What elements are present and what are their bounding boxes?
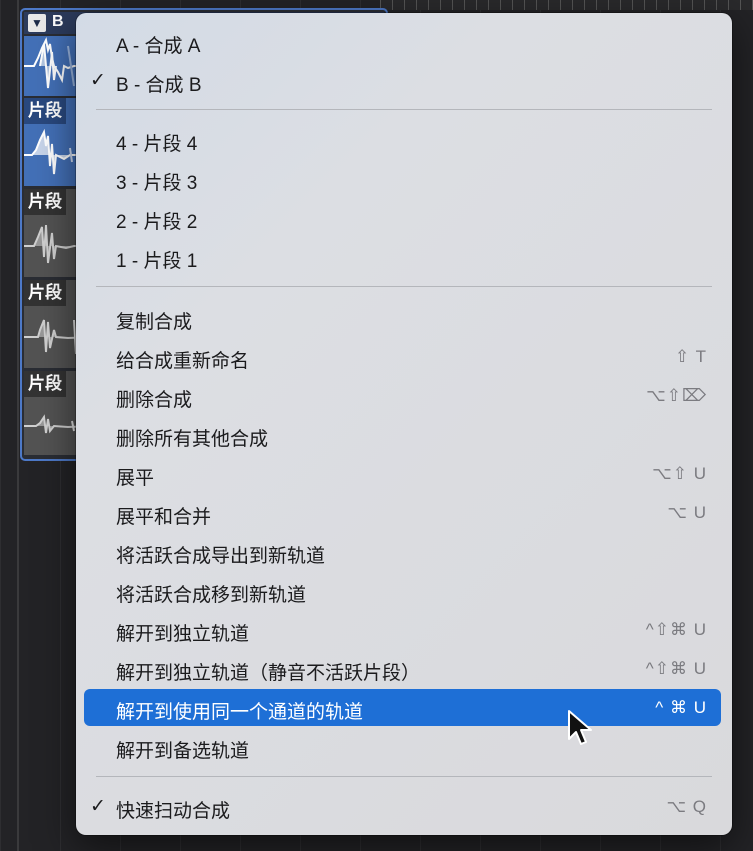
shortcut-label: ⌥⇧⌦ (646, 386, 707, 405)
menu-separator (96, 109, 712, 110)
menu-item-take-2[interactable]: 2 - 片段 2 (84, 199, 721, 236)
checkmark-icon: ✓ (90, 70, 106, 91)
menu-item-duplicate-comp[interactable]: 复制合成 (84, 299, 721, 336)
arrow-pointer-icon (568, 710, 592, 745)
menu-item-export-comp-new-track[interactable]: 将活跃合成导出到新轨道 (84, 533, 721, 570)
menu-item-comp-b[interactable]: ✓ B - 合成 B (84, 62, 721, 99)
shortcut-label: ^ ⌘ U (655, 698, 707, 717)
menu-item-take-1[interactable]: 1 - 片段 1 (84, 238, 721, 275)
ruler (380, 0, 753, 10)
menu-item-take-4[interactable]: 4 - 片段 4 (84, 121, 721, 158)
shortcut-label: ⇧ T (674, 347, 707, 366)
menu-separator (96, 776, 712, 777)
menu-item-delete-comp[interactable]: 删除合成 ⌥⇧⌦ (84, 377, 721, 414)
menu-item-unpack-same-channel[interactable]: 解开到使用同一个通道的轨道 ^ ⌘ U (84, 689, 721, 726)
menu-item-unpack-alternatives[interactable]: 解开到备选轨道 (84, 728, 721, 765)
menu-item-quick-swipe-comping[interactable]: ✓ 快速扫动合成 ⌥ Q (84, 788, 721, 825)
menu-item-unpack-new-tracks[interactable]: 解开到独立轨道 ^⇧⌘ U (84, 611, 721, 648)
menu-item-rename-comp[interactable]: 给合成重新命名 ⇧ T (84, 338, 721, 375)
take-folder-context-menu: A - 合成 A ✓ B - 合成 B 4 - 片段 4 3 - 片段 3 2 … (76, 13, 732, 835)
menu-item-take-3[interactable]: 3 - 片段 3 (84, 160, 721, 197)
shortcut-label: ^⇧⌘ U (645, 659, 707, 678)
menu-item-flatten[interactable]: 展平 ⌥⇧ U (84, 455, 721, 492)
comp-name-label: B (52, 13, 64, 30)
checkmark-icon: ✓ (90, 796, 106, 817)
track-divider (17, 0, 19, 851)
menu-item-delete-other-comps[interactable]: 删除所有其他合成 (84, 416, 721, 453)
take-label: 片段 (24, 371, 66, 397)
menu-item-comp-a[interactable]: A - 合成 A (84, 23, 721, 60)
menu-item-move-comp-new-track[interactable]: 将活跃合成移到新轨道 (84, 572, 721, 609)
shortcut-label: ⌥ Q (666, 797, 707, 816)
menu-separator (96, 286, 712, 287)
shortcut-label: ⌥⇧ U (652, 464, 707, 483)
take-label: 片段 (24, 98, 66, 124)
take-label: 片段 (24, 189, 66, 215)
menu-item-flatten-merge[interactable]: 展平和合并 ⌥ U (84, 494, 721, 531)
shortcut-label: ^⇧⌘ U (645, 620, 707, 639)
disclosure-triangle-icon[interactable]: ▼ (28, 14, 46, 32)
take-label: 片段 (24, 280, 66, 306)
shortcut-label: ⌥ U (667, 503, 707, 522)
menu-item-unpack-new-tracks-muted[interactable]: 解开到独立轨道（静音不活跃片段） ^⇧⌘ U (84, 650, 721, 687)
